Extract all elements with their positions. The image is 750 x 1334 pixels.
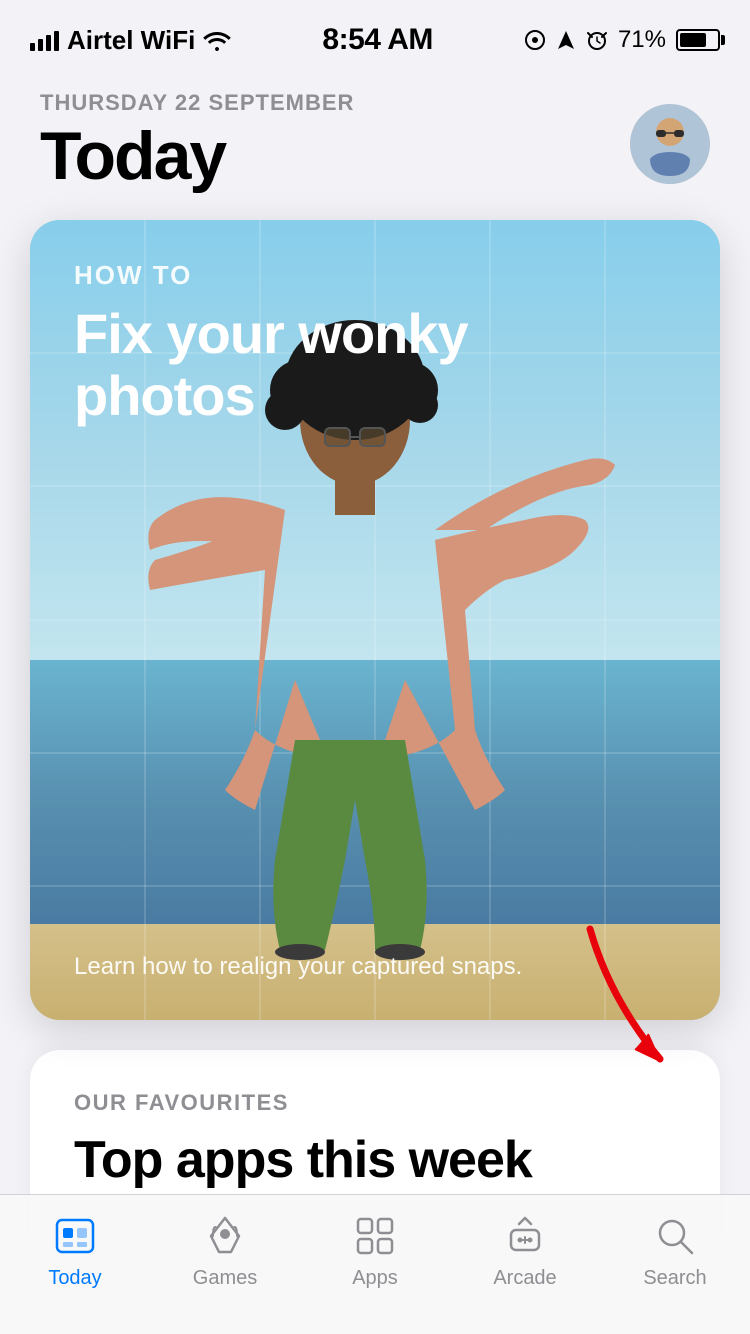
battery-percentage: 71% <box>618 26 666 54</box>
tab-apps[interactable]: Apps <box>300 1211 450 1290</box>
navigation-icon <box>556 29 576 51</box>
wifi-icon <box>203 29 231 51</box>
our-favourites-label: OUR FAVOURITES <box>74 1090 676 1116</box>
apps-icon <box>350 1211 400 1261</box>
today-icon <box>50 1211 100 1261</box>
tab-search[interactable]: Search <box>600 1211 750 1290</box>
page-title: Today <box>40 122 354 190</box>
tab-games[interactable]: Games <box>150 1211 300 1290</box>
tab-today-label: Today <box>48 1267 101 1290</box>
signal-icon <box>30 29 59 51</box>
games-icon <box>200 1211 250 1261</box>
card-title: Fix your wonky photos <box>74 303 474 426</box>
featured-card[interactable]: HOW TO Fix your wonky photos Learn how t… <box>30 220 720 1020</box>
status-right: 71% <box>524 26 720 54</box>
header: THURSDAY 22 SEPTEMBER Today <box>0 80 750 210</box>
tab-search-label: Search <box>643 1267 706 1290</box>
location-icon <box>524 29 546 51</box>
status-bar: Airtel WiFi 8:54 AM 71% <box>0 0 750 80</box>
how-to-label: HOW TO <box>74 260 676 291</box>
battery-icon <box>676 29 720 51</box>
tab-bar: Today Games Apps <box>0 1194 750 1334</box>
header-left: THURSDAY 22 SEPTEMBER Today <box>40 90 354 190</box>
tab-games-label: Games <box>193 1267 257 1290</box>
red-arrow-indicator <box>570 919 690 1084</box>
tab-arcade[interactable]: Arcade <box>450 1211 600 1290</box>
card-text-overlay: HOW TO Fix your wonky photos <box>30 220 720 466</box>
tab-today[interactable]: Today <box>0 1211 150 1290</box>
main-content: HOW TO Fix your wonky photos Learn how t… <box>0 210 750 1250</box>
tab-arcade-label: Arcade <box>493 1267 556 1290</box>
time-display: 8:54 AM <box>322 23 432 57</box>
search-icon <box>650 1211 700 1261</box>
status-left: Airtel WiFi <box>30 25 231 56</box>
avatar[interactable] <box>630 104 710 184</box>
second-card-title: Top apps this week <box>74 1132 676 1189</box>
carrier-label: Airtel WiFi <box>67 25 195 56</box>
alarm-icon <box>586 29 608 51</box>
tab-apps-label: Apps <box>352 1267 398 1290</box>
date-label: THURSDAY 22 SEPTEMBER <box>40 90 354 116</box>
arcade-icon <box>500 1211 550 1261</box>
